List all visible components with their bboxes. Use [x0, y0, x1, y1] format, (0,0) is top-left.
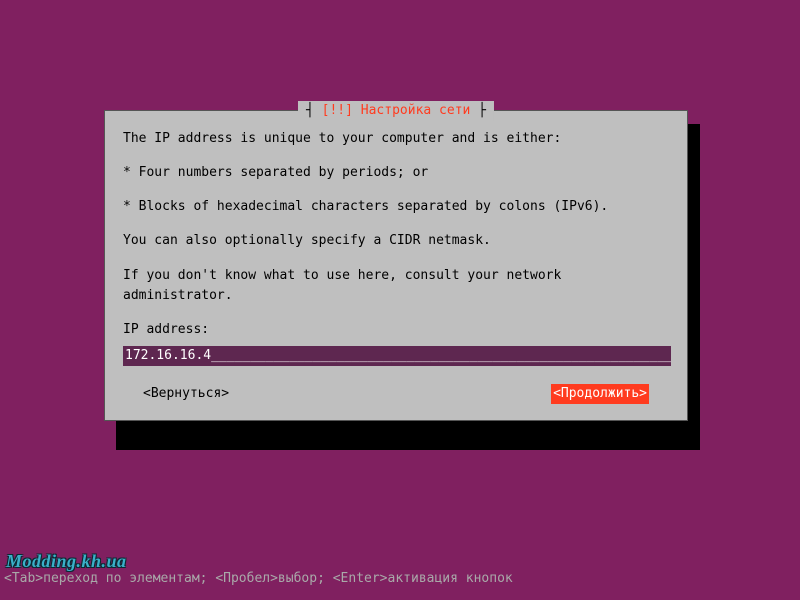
bullet-ipv4: * Four numbers separated by periods; or — [123, 163, 669, 183]
continue-button[interactable]: <Продолжить> — [551, 384, 649, 404]
intro-text: The IP address is unique to your compute… — [123, 129, 669, 149]
watermark: Modding.kh.ua — [6, 551, 127, 572]
bullet-ipv6: * Blocks of hexadecimal characters separ… — [123, 197, 669, 217]
keyboard-hints: <Tab>переход по элементам; <Пробел>выбор… — [0, 571, 800, 586]
dialog-title: [!!] Настройка сети — [322, 103, 471, 118]
ip-address-input[interactable]: 172.16.16.4_____________________________… — [123, 346, 671, 366]
cidr-text: You can also optionally specify a CIDR n… — [123, 231, 669, 251]
network-config-dialog: ┤ [!!] Настройка сети ├ The IP address i… — [104, 110, 688, 421]
back-button[interactable]: <Вернуться> — [143, 384, 229, 404]
consult-text: If you don't know what to use here, cons… — [123, 266, 669, 306]
dialog-title-frame: ┤ [!!] Настройка сети ├ — [298, 101, 494, 121]
ip-address-label: IP address: — [123, 320, 669, 340]
